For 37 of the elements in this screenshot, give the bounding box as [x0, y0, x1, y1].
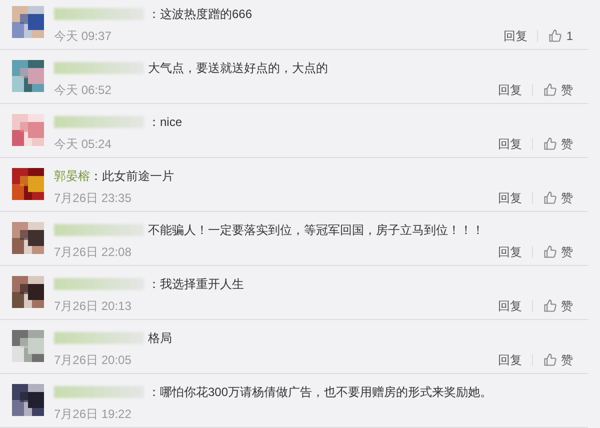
comment-time: 今天 06:52	[54, 82, 112, 98]
thumbs-up-icon	[543, 137, 557, 151]
reply-link[interactable]: 回复	[498, 244, 522, 260]
comment-time: 7月26日 20:05	[54, 352, 132, 368]
comment-text: ：nice	[148, 114, 182, 130]
comment-time: 今天 05:24	[54, 136, 112, 152]
comment-text: 大气点，要送就送好点的，大点的	[148, 60, 328, 76]
comment-time: 7月26日 23:35	[54, 190, 132, 206]
comment-text: 不能骗人！一定要落实到位，等冠军回国，房子立马到位！！！	[148, 222, 484, 238]
comment-time: 7月26日 22:08	[54, 244, 132, 260]
comment-text: ：我选择重开人生	[148, 276, 244, 292]
like-button[interactable]: 赞	[543, 190, 573, 206]
comment-text: 格局	[148, 330, 172, 346]
reply-link[interactable]: 回复	[498, 136, 522, 152]
thumbs-up-icon	[543, 299, 557, 313]
thumbs-up-icon	[543, 353, 557, 367]
comment-time: 7月26日 19:22	[54, 406, 132, 422]
like-button[interactable]: 赞	[543, 352, 573, 368]
reply-link[interactable]: 回复	[498, 82, 522, 98]
thumbs-up-icon	[543, 83, 557, 97]
comment-time: 今天 09:37	[54, 28, 112, 44]
comment-text: ：这波热度蹭的666	[148, 6, 252, 22]
reply-link[interactable]: 回复	[498, 298, 522, 314]
thumbs-up-icon	[543, 191, 557, 205]
thumbs-up-icon	[548, 29, 562, 43]
like-button[interactable]: 赞	[543, 136, 573, 152]
thumbs-up-icon	[543, 245, 557, 259]
like-button[interactable]: 赞	[543, 244, 573, 260]
comment-text: ：此女前途一片	[90, 168, 174, 184]
like-button[interactable]: 赞	[543, 298, 573, 314]
reply-link[interactable]: 回复	[498, 352, 522, 368]
comment-text: ：哪怕你花300万请杨倩做广告，也不要用赠房的形式来奖励她。	[148, 384, 492, 400]
reply-link[interactable]: 回复	[498, 190, 522, 206]
comment-time: 7月26日 20:13	[54, 298, 132, 314]
reply-link[interactable]: 回复	[503, 28, 528, 44]
like-button[interactable]: 赞	[543, 82, 573, 98]
like-button[interactable]: 1	[548, 28, 573, 44]
